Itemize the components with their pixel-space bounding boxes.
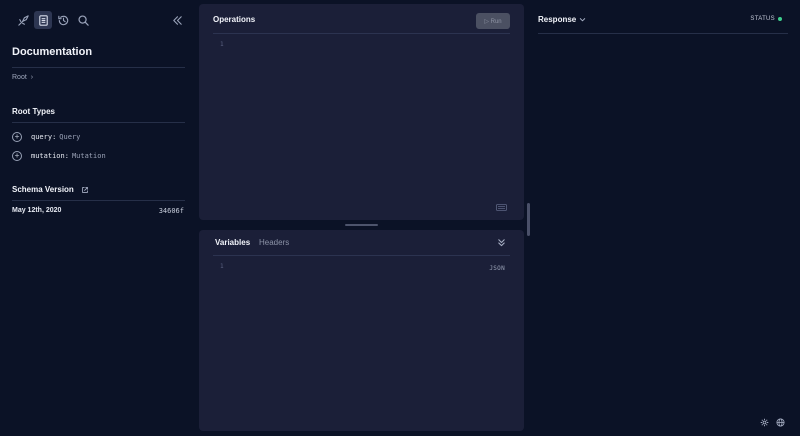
status-dot xyxy=(778,17,782,21)
collapse-sidebar-button[interactable] xyxy=(168,11,186,29)
breadcrumb: Root › xyxy=(12,74,33,81)
history-button[interactable] xyxy=(54,11,72,29)
external-link-icon[interactable] xyxy=(81,186,89,194)
run-button[interactable]: ▷ Run xyxy=(476,13,510,29)
root-type-type[interactable]: Query xyxy=(59,133,80,141)
expand-plus-icon[interactable]: + xyxy=(12,151,22,161)
schema-hash: 34606f xyxy=(158,207,184,215)
response-dropdown[interactable]: Response xyxy=(538,15,586,24)
operations-panel: Operations ▷ Run 1 xyxy=(199,4,524,220)
root-type-mutation[interactable]: + mutation: Mutation xyxy=(12,150,106,162)
search-button[interactable] xyxy=(74,11,92,29)
root-types-title: Root Types xyxy=(12,107,55,116)
documentation-icon xyxy=(38,14,48,26)
documentation-title: Documentation xyxy=(12,46,93,58)
root-type-name: mutation: xyxy=(31,152,69,160)
response-title: Response xyxy=(538,15,577,24)
documentation-button[interactable] xyxy=(34,11,52,29)
divider xyxy=(12,67,185,68)
schema-version-label: Schema Version xyxy=(12,185,74,194)
documentation-sidebar: Documentation Root › Root Types + query:… xyxy=(0,0,198,436)
breadcrumb-root[interactable]: Root xyxy=(12,74,27,81)
divider xyxy=(213,255,510,256)
operations-title: Operations xyxy=(213,15,256,24)
history-icon xyxy=(57,15,68,25)
schema-version-title: Schema Version xyxy=(12,185,89,194)
divider xyxy=(213,33,510,34)
chevron-down-icon xyxy=(580,18,586,22)
globe-icon[interactable] xyxy=(776,418,785,427)
explorer-button[interactable] xyxy=(14,11,32,29)
settings-gear-icon[interactable] xyxy=(760,418,769,427)
divider xyxy=(12,200,185,201)
schema-date: May 12th, 2020 xyxy=(12,207,62,214)
variables-panel: 1 JSON xyxy=(199,230,524,431)
divider xyxy=(12,122,185,123)
sidebar-toolbar xyxy=(12,10,186,32)
search-icon xyxy=(77,14,89,26)
status-label: STATUS xyxy=(750,16,775,22)
chevrons-left-icon xyxy=(172,15,182,25)
tab-headers[interactable]: Headers xyxy=(259,238,289,247)
chevrons-down-icon[interactable] xyxy=(497,238,506,247)
root-type-type[interactable]: Mutation xyxy=(72,152,106,160)
line-number: 1 xyxy=(220,41,224,48)
status-indicator: STATUS xyxy=(750,16,782,22)
keyboard-icon[interactable] xyxy=(496,204,507,211)
expand-plus-icon[interactable]: + xyxy=(12,132,22,142)
breadcrumb-separator: › xyxy=(30,74,34,81)
explorer-icon xyxy=(17,14,29,26)
divider xyxy=(538,33,788,34)
panel-resize-handle[interactable] xyxy=(345,224,378,226)
root-type-query[interactable]: + query: Query xyxy=(12,131,80,143)
line-number: 1 xyxy=(220,263,224,270)
root-type-name: query: xyxy=(31,133,57,141)
json-format-label: JSON xyxy=(489,265,505,272)
vertical-resize-handle[interactable] xyxy=(527,203,530,236)
tab-variables[interactable]: Variables xyxy=(215,238,250,247)
